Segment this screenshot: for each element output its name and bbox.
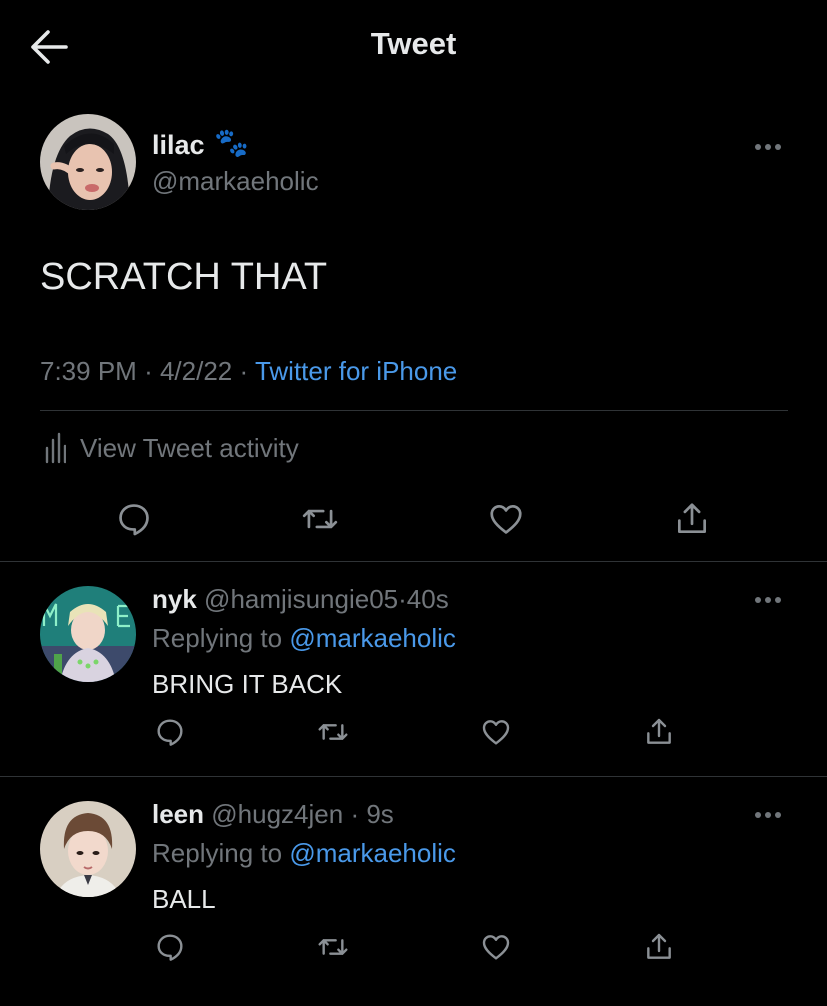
tweet-date[interactable]: 4/2/22 bbox=[160, 356, 232, 386]
share-button[interactable] bbox=[637, 710, 681, 754]
reply-header: nyk @hamjisungie05·40s bbox=[152, 584, 449, 615]
avatar[interactable] bbox=[40, 801, 136, 897]
reply-button[interactable] bbox=[148, 710, 192, 754]
tweet-display-name[interactable]: lilac bbox=[152, 130, 205, 161]
replying-to: Replying to @markaeholic bbox=[152, 838, 456, 869]
retweet-button[interactable] bbox=[311, 925, 355, 969]
reply-handle[interactable]: @hamjisungie05 bbox=[204, 584, 398, 614]
reply-icon bbox=[154, 931, 186, 963]
reply-header: leen @hugz4jen · 9s bbox=[152, 799, 394, 830]
reply-icon bbox=[154, 716, 186, 748]
share-icon bbox=[643, 716, 675, 748]
tweet-meta: 7:39 PM · 4/2/22 · Twitter for iPhone bbox=[40, 356, 457, 387]
retweet-icon bbox=[299, 500, 341, 538]
avatar[interactable] bbox=[40, 586, 136, 682]
share-button[interactable] bbox=[637, 925, 681, 969]
tweet-text: SCRATCH THAT bbox=[40, 256, 328, 298]
more-options-icon[interactable] bbox=[753, 595, 787, 605]
reply-tweet[interactable]: nyk @hamjisungie05·40s Replying to @mark… bbox=[0, 562, 827, 775]
share-button[interactable] bbox=[670, 497, 714, 541]
more-options-icon[interactable] bbox=[753, 142, 787, 152]
reply-text: BALL bbox=[152, 884, 216, 914]
reply-button[interactable] bbox=[148, 925, 192, 969]
reply-time[interactable]: 40s bbox=[407, 584, 449, 614]
heart-icon bbox=[480, 716, 512, 748]
heart-icon bbox=[480, 931, 512, 963]
paw-emoji: 🐾 bbox=[214, 127, 249, 158]
retweet-button[interactable] bbox=[311, 710, 355, 754]
meta-separator: · bbox=[239, 356, 249, 386]
replying-to: Replying to @markaeholic bbox=[152, 623, 456, 654]
retweet-icon bbox=[315, 716, 351, 748]
view-tweet-activity-label: View Tweet activity bbox=[80, 432, 299, 463]
replying-to-link[interactable]: @markaeholic bbox=[289, 838, 456, 868]
divider bbox=[40, 410, 788, 411]
reply-tweet[interactable]: leen @hugz4jen · 9s Replying to @markaeh… bbox=[0, 777, 827, 1006]
retweet-icon bbox=[315, 931, 351, 963]
meta-separator: · bbox=[350, 799, 360, 829]
reply-handle[interactable]: @hugz4jen bbox=[211, 799, 343, 829]
replying-to-label: Replying to bbox=[152, 838, 283, 868]
share-icon bbox=[673, 500, 711, 538]
replying-to-label: Replying to bbox=[152, 623, 283, 653]
meta-separator: · bbox=[398, 584, 407, 614]
like-button[interactable] bbox=[474, 710, 518, 754]
heart-icon bbox=[487, 500, 525, 538]
reply-text: BRING IT BACK bbox=[152, 669, 343, 699]
meta-separator: · bbox=[144, 356, 153, 386]
reply-display-name[interactable]: nyk bbox=[152, 584, 197, 614]
reply-display-name[interactable]: leen bbox=[152, 799, 204, 829]
reply-icon bbox=[115, 500, 153, 538]
replying-to-link[interactable]: @markaeholic bbox=[289, 623, 456, 653]
page-title: Tweet bbox=[370, 26, 457, 61]
like-button[interactable] bbox=[484, 497, 528, 541]
reply-time[interactable]: 9s bbox=[366, 799, 393, 829]
retweet-button[interactable] bbox=[298, 497, 342, 541]
tweet-time[interactable]: 7:39 PM bbox=[40, 356, 137, 386]
more-options-icon[interactable] bbox=[753, 810, 787, 820]
like-button[interactable] bbox=[474, 925, 518, 969]
reply-button[interactable] bbox=[112, 497, 156, 541]
share-icon bbox=[643, 931, 675, 963]
bar-chart-icon bbox=[44, 432, 66, 464]
avatar[interactable] bbox=[40, 114, 136, 210]
tweet-source-link[interactable]: Twitter for iPhone bbox=[255, 356, 457, 386]
view-tweet-activity[interactable]: View Tweet activity bbox=[44, 432, 299, 464]
tweet-handle[interactable]: @markaeholic bbox=[152, 166, 319, 197]
